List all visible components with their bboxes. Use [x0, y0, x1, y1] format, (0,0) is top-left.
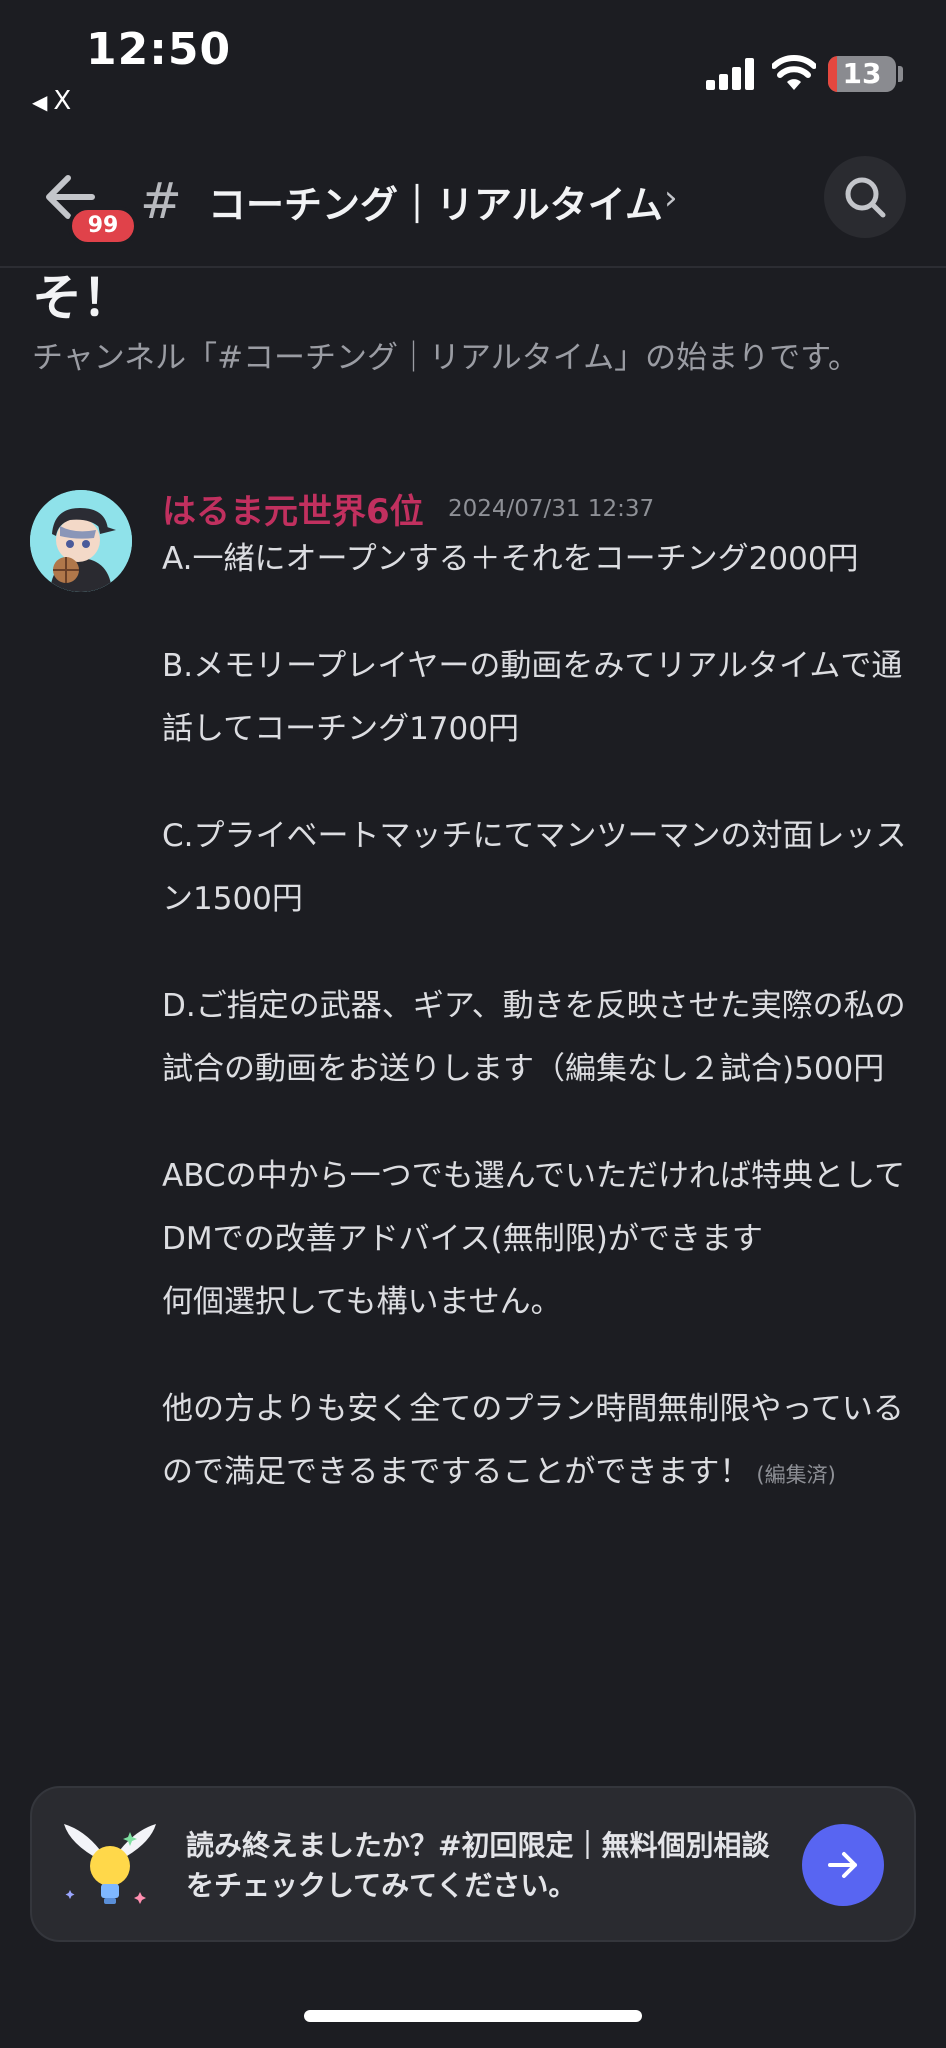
search-button[interactable] — [824, 156, 906, 238]
avatar-illustration — [30, 490, 132, 592]
go-to-channel-button[interactable] — [802, 1824, 884, 1906]
edited-label: (編集済) — [756, 1463, 836, 1487]
home-indicator[interactable] — [304, 2010, 642, 2022]
back-app-label: X — [53, 86, 72, 116]
channel-title[interactable]: コーチング｜リアルタイム — [208, 174, 663, 229]
message-last-paragraph: 他の方よりも安く全てのプラン時間無制限やっているので満足できるまですることができ… — [162, 1378, 912, 1507]
battery-level: 13 — [842, 57, 882, 90]
next-channel-text: 読み終えましたか？#初回限定｜無料個別相談 をチェックしてみてください。 — [186, 1829, 770, 1902]
battery-icon: 13 — [828, 56, 896, 92]
screen: 12:50 ◀ X 13 99 # コーチング｜リアルタイム › そ！ チャンネ… — [0, 0, 946, 2048]
message-paragraph: 何個選択しても構いません。 — [162, 1284, 562, 1320]
channel-intro-heading: そ！ — [32, 269, 132, 327]
battery-cap — [898, 66, 903, 82]
wifi-icon — [772, 55, 816, 90]
back-triangle-icon: ◀ — [32, 90, 48, 114]
arrow-right-icon — [828, 1852, 857, 1878]
message-author[interactable]: はるま元世界6位 — [162, 484, 424, 533]
channel-intro-text: チャンネル「#コーチング｜リアルタイム」の始まりです。 — [32, 340, 860, 376]
channel-header: 99 # コーチング｜リアルタイム › — [0, 150, 946, 268]
author-avatar[interactable] — [30, 490, 132, 592]
cellular-signal-icon — [706, 58, 754, 90]
message-paragraph: C.プライベートマッチにてマンツーマンの対面レッスン1500円 — [162, 818, 907, 917]
winged-lightbulb-icon — [64, 1824, 156, 1904]
message-paragraph: ABCの中から一つでも選んでいただければ特典としてDMでの改善アドバイス(無制限… — [162, 1158, 906, 1257]
message-body: A.一緒にオープンする＋それをコーチング2000円 B.メモリープレイヤーの動画… — [162, 528, 912, 1507]
message-paragraph: D.ご指定の武器、ギア、動きを反映させた実際の私の試合の動画をお送りします（編集… — [162, 988, 906, 1087]
message-paragraph: B.メモリープレイヤーの動画をみてリアルタイムで通話してコーチング1700円 — [162, 648, 903, 747]
next-channel-card[interactable]: 読み終えましたか？#初回限定｜無料個別相談 をチェックしてみてください。 — [30, 1786, 916, 1942]
back-to-app-link[interactable]: ◀ X — [32, 86, 71, 116]
channel-hash-icon: # — [140, 172, 182, 230]
unread-badge: 99 — [68, 206, 138, 246]
chevron-right-icon[interactable]: › — [664, 178, 678, 218]
message-timestamp: 2024/07/31 12:37 — [448, 496, 655, 522]
search-icon — [845, 177, 886, 218]
status-time: 12:50 — [86, 24, 232, 75]
message-paragraph: A.一緒にオープンする＋それをコーチング2000円 — [162, 541, 859, 577]
